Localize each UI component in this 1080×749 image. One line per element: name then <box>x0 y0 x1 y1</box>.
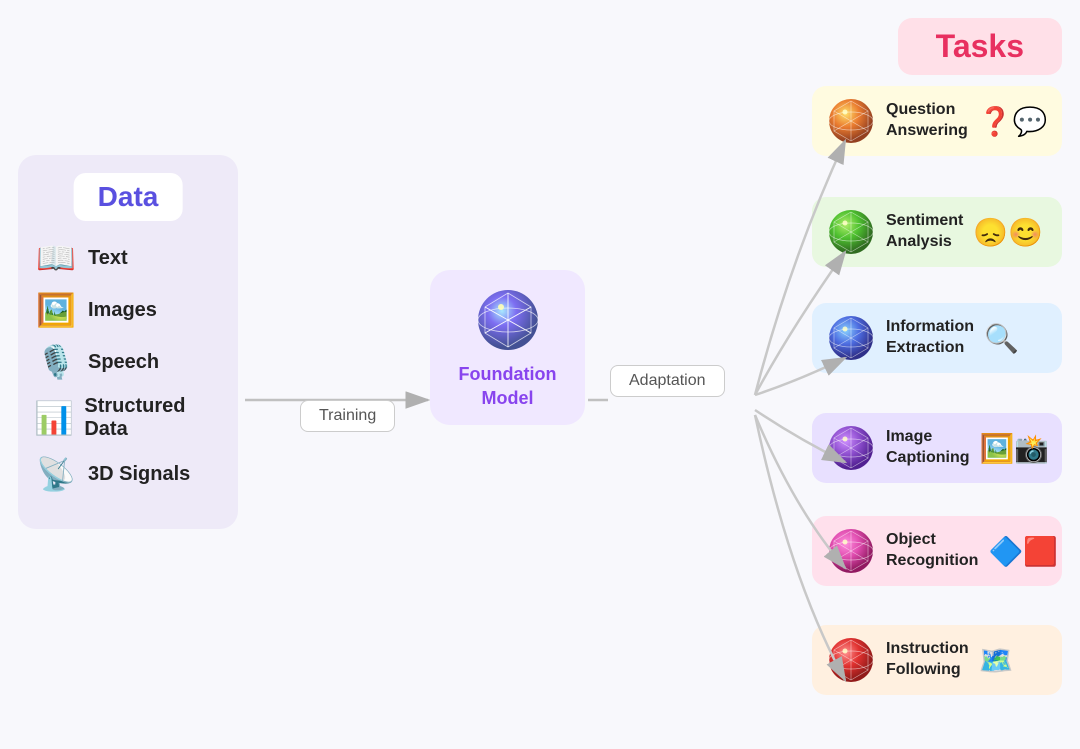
data-icon-4: 📡 <box>34 455 78 493</box>
task-sphere-icon-2 <box>826 313 876 363</box>
task-sphere-icon-1 <box>826 207 876 257</box>
data-title: Data <box>98 181 159 212</box>
task-label-5: InstructionFollowing <box>886 639 969 681</box>
task-emoji-icon-3: 🖼️📸 <box>980 432 1050 465</box>
task-card-object: ObjectRecognition 🔷🟥 <box>812 516 1062 586</box>
data-label-4: 3D Signals <box>88 463 190 486</box>
data-icon-2: 🎙️ <box>34 343 78 381</box>
task-emoji-icon-1: 😞😊 <box>973 216 1043 249</box>
data-label-0: Text <box>88 247 128 270</box>
adaptation-label: Adaptation <box>610 365 725 397</box>
data-item-text: 📖 Text <box>34 239 222 277</box>
task-sphere-icon-4 <box>826 526 876 576</box>
task-card-information: InformationExtraction 🔍 <box>812 303 1062 373</box>
task-emoji-icon-5: 🗺️ <box>979 644 1014 677</box>
data-item-images: 🖼️ Images <box>34 291 222 329</box>
data-label-2: Speech <box>88 351 159 374</box>
task-label-4: ObjectRecognition <box>886 530 978 572</box>
task-card-image: ImageCaptioning 🖼️📸 <box>812 413 1062 483</box>
task-label-2: InformationExtraction <box>886 317 974 359</box>
task-emoji-icon-4: 🔷🟥 <box>988 535 1058 568</box>
task-sphere-icon-5 <box>826 635 876 685</box>
data-icon-1: 🖼️ <box>34 291 78 329</box>
task-card-sentiment: SentimentAnalysis 😞😊 <box>812 197 1062 267</box>
data-icon-3: 📊 <box>34 399 74 437</box>
task-label-3: ImageCaptioning <box>886 427 970 469</box>
foundation-model-box: FoundationModel <box>430 270 585 425</box>
task-emoji-icon-0: ❓💬 <box>978 105 1048 138</box>
data-item-structured-data: 📊 Structured Data <box>34 395 222 441</box>
task-label-1: SentimentAnalysis <box>886 211 963 253</box>
foundation-model-title: FoundationModel <box>459 363 557 410</box>
data-item-speech: 🎙️ Speech <box>34 343 222 381</box>
foundation-sphere-icon <box>473 285 543 355</box>
task-emoji-icon-2: 🔍 <box>984 322 1019 355</box>
data-title-box: Data <box>74 173 183 221</box>
data-label-1: Images <box>88 299 157 322</box>
task-label-0: QuestionAnswering <box>886 100 968 142</box>
tasks-title-box: Tasks <box>898 18 1062 75</box>
tasks-title: Tasks <box>936 28 1024 64</box>
data-icon-0: 📖 <box>34 239 78 277</box>
task-sphere-icon-3 <box>826 423 876 473</box>
task-card-instruction: InstructionFollowing 🗺️ <box>812 625 1062 695</box>
data-item-3d-signals: 📡 3D Signals <box>34 455 222 493</box>
task-sphere-icon-0 <box>826 96 876 146</box>
data-panel: Data 📖 Text 🖼️ Images 🎙️ Speech 📊 Struct… <box>18 155 238 529</box>
task-card-question: QuestionAnswering ❓💬 <box>812 86 1062 156</box>
data-label-3: Structured Data <box>84 395 222 441</box>
training-label: Training <box>300 400 395 432</box>
